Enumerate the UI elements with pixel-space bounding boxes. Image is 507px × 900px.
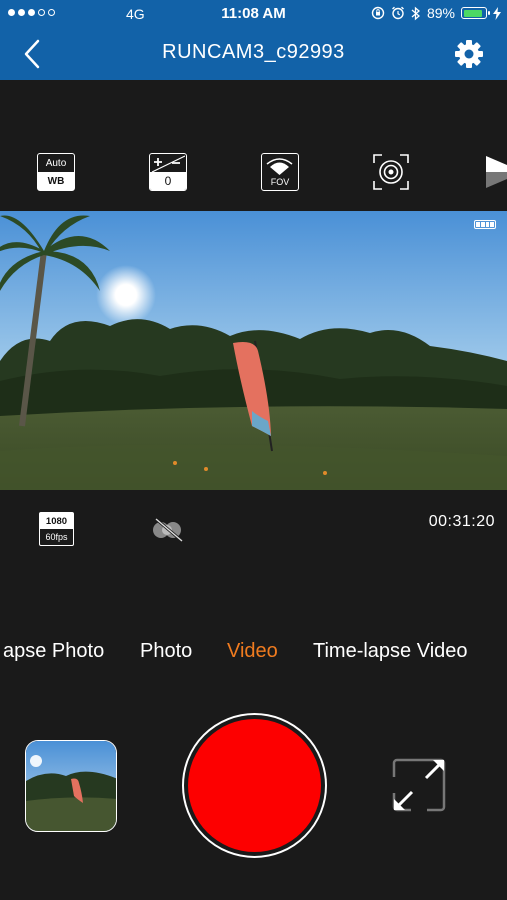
last-capture-image [26,741,116,831]
remaining-record-time: 00:31:20 [428,513,495,530]
resolution-badge[interactable]: 1080 60fps [39,512,74,546]
fov-label: FOV [270,177,290,187]
status-bar: 4G 11:08 AM 89% [0,0,507,28]
resolution-label: 1080 [40,513,73,529]
mode-timelapse-photo[interactable]: apse Photo [3,640,104,663]
camera-battery-icon [474,220,496,229]
recording-info-row: 1080 60fps 00:31:20 [0,505,507,546]
alarm-icon [392,6,404,20]
plus-minus-icon [151,155,185,172]
exposure-button[interactable]: 0 [149,153,187,191]
camera-battery-bar [476,222,480,227]
status-right-group: 89% [371,5,501,21]
wb-mode-label: Auto [45,157,67,169]
bluetooth-icon [411,6,420,20]
nav-bar: RUNCAM3_c92993 [0,28,507,80]
camera-battery-bar [485,222,490,227]
mode-timelapse-video[interactable]: Time-lapse Video [313,640,468,663]
gear-icon[interactable] [453,38,485,70]
wb-label: WB [38,172,74,190]
link-off-icon[interactable] [148,517,188,543]
camera-settings-toolbar: Auto WB 0 FOV [0,145,507,201]
camera-battery-bar [490,222,494,227]
battery-icon [461,7,490,19]
fov-button[interactable]: FOV [261,153,299,191]
mode-video[interactable]: Video [227,640,278,663]
record-shutter-button[interactable] [182,713,327,858]
device-title: RUNCAM3_c92993 [162,41,345,63]
charging-bolt-icon [493,6,501,20]
exposure-value: 0 [150,172,186,190]
gallery-thumbnail[interactable] [25,740,117,832]
target-icon[interactable] [372,153,410,191]
rotation-lock-icon [371,6,385,20]
camera-battery-bar [480,222,485,227]
framerate-label: 60fps [45,532,68,542]
live-view-image [0,211,507,490]
camera-preview[interactable] [0,211,507,490]
record-button-core [188,719,321,852]
triangle-icon[interactable] [484,153,507,191]
capture-mode-carousel: apse Photo Photo Video Time-lapse Video [0,640,507,666]
expand-icon[interactable] [391,757,447,813]
white-balance-button[interactable]: Auto WB [37,153,75,191]
battery-percent: 89% [426,5,455,21]
wifi-wave-icon [266,158,293,175]
mode-photo[interactable]: Photo [140,640,192,663]
